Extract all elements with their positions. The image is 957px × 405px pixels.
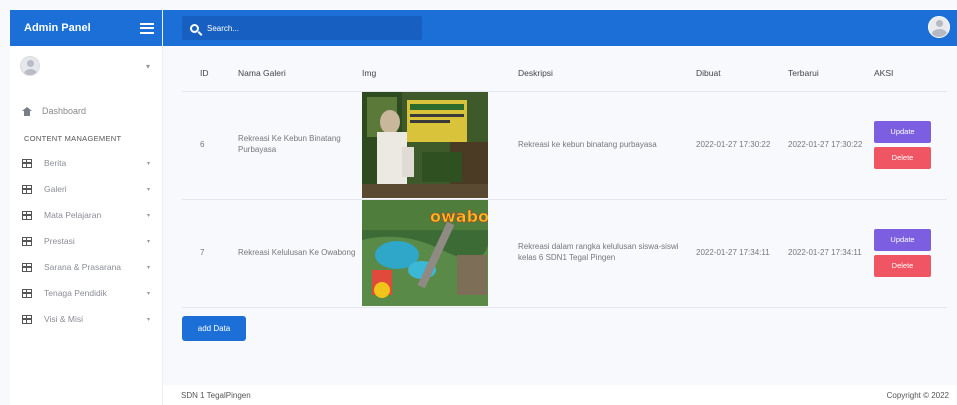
galeri-image [362,92,488,198]
table-icon [22,288,32,298]
search-icon[interactable] [190,23,199,33]
avatar [20,56,40,76]
sidebar-item-label: Prestasi [44,236,75,246]
table-icon [22,210,32,220]
cell-id: 6 [182,91,238,200]
galeri-table: ID Nama Galeri Img Deskripsi Dibuat Terb… [182,56,947,308]
table-icon [22,158,32,168]
cell-deskripsi: Rekreasi ke kebun binatang purbayasa [518,91,696,200]
footer-copyright: Copyright © 2022 [886,390,949,400]
add-data-button[interactable]: add Data [182,316,246,341]
chevron-down-icon: ▾ [146,316,150,323]
chevron-down-icon: ▾ [146,264,150,271]
main-content: ID Nama Galeri Img Deskripsi Dibuat Terb… [182,56,947,341]
cell-nama: Rekreasi Kelulusan Ke Owabong [238,199,362,308]
delete-button[interactable]: Delete [874,255,931,277]
chevron-down-icon: ▾ [146,212,150,219]
menu-toggle-icon[interactable] [140,22,154,34]
sidebar-item-label: Sarana & Prasarana [44,262,122,272]
update-button[interactable]: Update [874,229,931,251]
chevron-down-icon[interactable]: ▾ [146,62,150,71]
galeri-image: owabong [362,200,488,306]
cell-dibuat: 2022-01-27 17:34:11 [696,199,788,308]
column-header-terbarui: Terbarui [788,56,874,92]
sidebar-item-label: Dashboard [42,106,87,116]
search-bar[interactable] [182,16,422,40]
chevron-down-icon: ▾ [146,186,150,193]
sidebar-item-visi-misi[interactable]: Visi & Misi ▾ [10,306,162,332]
column-header-aksi: AKSI [874,56,947,92]
footer-left-text: SDN 1 TegalPingen [181,390,251,400]
home-icon [22,106,32,116]
table-icon [22,184,32,194]
table-row: 7 Rekreasi Kelulusan Ke Owabong owabo Re… [182,199,947,308]
sidebar-item-prestasi[interactable]: Prestasi ▾ [10,228,162,254]
sidebar-user[interactable]: ▾ [10,46,162,86]
cell-deskripsi: Rekreasi dalam rangka kelulusan siswa-si… [518,199,696,308]
sidebar-item-berita[interactable]: Berita ▾ [10,150,162,176]
section-title: CONTENT MANAGEMENT [24,134,122,143]
cell-dibuat: 2022-01-27 17:30:22 [696,91,788,200]
table-row: 6 Rekreasi Ke Kebun Binatang Purbayasa R… [182,91,947,200]
sidebar-item-label: Tenaga Pendidik [44,288,107,298]
sidebar-item-galeri[interactable]: Galeri ▾ [10,176,162,202]
sidebar-item-label: Mata Pelajaran [44,210,102,220]
column-header-id: ID [182,56,238,92]
delete-button[interactable]: Delete [874,147,931,169]
sidebar-item-tenaga-pendidik[interactable]: Tenaga Pendidik ▾ [10,280,162,306]
search-input[interactable] [207,23,407,33]
sidebar-item-mata-pelajaran[interactable]: Mata Pelajaran ▾ [10,202,162,228]
cell-id: 7 [182,199,238,308]
chevron-down-icon: ▾ [146,238,150,245]
column-header-dibuat: Dibuat [696,56,788,92]
sidebar-item-label: Berita [44,158,67,168]
brand-bar: Admin Panel [10,10,162,46]
column-header-nama: Nama Galeri [238,56,362,92]
table-icon [22,314,32,324]
sidebar-item-dashboard[interactable]: Dashboard [10,100,162,122]
sidebar-item-label: Visi & Misi [44,314,84,324]
footer: SDN 1 TegalPingen Copyright © 2022 [163,385,957,405]
table-icon [22,262,32,272]
topbar [163,10,957,46]
brand-title[interactable]: Admin Panel [24,22,140,34]
column-header-deskripsi: Deskripsi [518,56,696,92]
cell-terbarui: 2022-01-27 17:34:11 [788,199,874,308]
update-button[interactable]: Update [874,121,931,143]
sidebar-item-sarana-prasarana[interactable]: Sarana & Prasarana ▾ [10,254,162,280]
cell-terbarui: 2022-01-27 17:30:22 [788,91,874,200]
sidebar: Admin Panel ▾ Dashboard CONTENT MANAGEME… [10,10,163,405]
sidebar-item-label: Galeri [44,184,67,194]
avatar[interactable] [928,16,950,38]
owabong-logo-text: owabong [430,207,488,226]
chevron-down-icon: ▾ [146,160,150,167]
table-header-row: ID Nama Galeri Img Deskripsi Dibuat Terb… [182,56,947,92]
cell-nama: Rekreasi Ke Kebun Binatang Purbayasa [238,91,362,200]
column-header-img: Img [362,56,518,92]
table-icon [22,236,32,246]
chevron-down-icon: ▾ [146,290,150,297]
